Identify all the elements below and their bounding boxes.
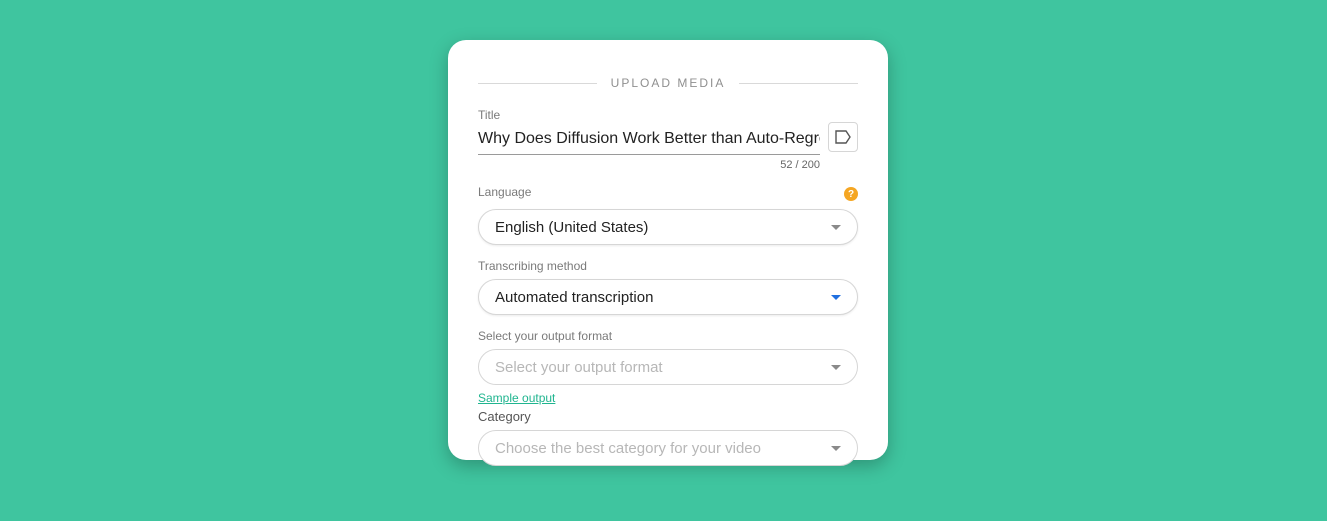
output-select[interactable]: Select your output format xyxy=(478,349,858,385)
sample-output-link[interactable]: Sample output xyxy=(478,391,555,405)
divider xyxy=(478,83,597,84)
chevron-down-icon xyxy=(831,446,841,451)
method-value: Automated transcription xyxy=(495,289,653,306)
method-label: Transcribing method xyxy=(478,259,858,273)
title-label: Title xyxy=(478,108,820,122)
language-label: Language xyxy=(478,185,531,199)
language-select[interactable]: English (United States) xyxy=(478,209,858,245)
card-header: UPLOAD MEDIA xyxy=(478,76,858,90)
output-label: Select your output format xyxy=(478,329,858,343)
card-title: UPLOAD MEDIA xyxy=(597,76,740,90)
upload-media-card: UPLOAD MEDIA Title 52 / 200 Language ? E… xyxy=(448,40,888,460)
tag-icon xyxy=(835,130,851,144)
chevron-down-icon xyxy=(831,225,841,230)
help-icon[interactable]: ? xyxy=(844,187,858,201)
category-placeholder: Choose the best category for your video xyxy=(495,440,761,457)
category-label: Category xyxy=(478,409,858,424)
divider xyxy=(739,83,858,84)
category-select[interactable]: Choose the best category for your video xyxy=(478,430,858,466)
title-input[interactable] xyxy=(478,126,820,155)
chevron-down-icon xyxy=(831,295,841,300)
chevron-down-icon xyxy=(831,365,841,370)
language-value: English (United States) xyxy=(495,219,648,236)
method-select[interactable]: Automated transcription xyxy=(478,279,858,315)
tag-button[interactable] xyxy=(828,122,858,152)
char-count: 52 / 200 xyxy=(478,159,820,171)
output-placeholder: Select your output format xyxy=(495,359,663,376)
